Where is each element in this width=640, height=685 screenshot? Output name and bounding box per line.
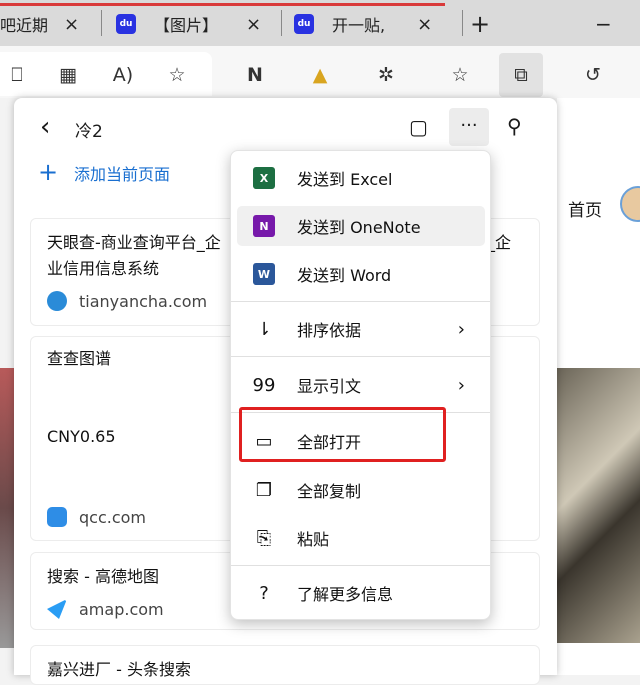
note-icon[interactable]: ▢ [409,115,428,139]
collection-card[interactable]: 嘉兴进厂 - 头条搜索 [30,645,540,685]
menu-divider [231,356,490,357]
chevron-right-icon: › [457,318,465,340]
menu-label: 发送到 OneNote [297,218,421,237]
close-tab-icon[interactable]: × [246,14,261,35]
card-site: amap.com [79,599,164,619]
back-button[interactable]: ‹ [40,112,50,142]
notion-icon[interactable]: N [238,58,272,92]
excel-icon: X [253,167,275,189]
tab-3[interactable]: du 开一贴, × [294,8,454,40]
close-tab-icon[interactable]: × [64,14,79,35]
device-icon[interactable]: ⎕ [0,58,34,92]
copy-all-item[interactable]: ❐ 全部复制 [237,470,485,510]
minimize-button[interactable]: − [595,8,612,40]
history-icon[interactable]: ↺ [576,58,610,92]
copy-icon: ❐ [255,479,273,501]
card-title: 搜索 - 高德地图 [47,567,159,586]
tab-title: 开一贴, [332,16,386,35]
tab-divider [462,10,463,36]
card-site: tianyancha.com [79,291,208,311]
word-icon: W [253,263,275,285]
menu-label: 排序依据 [297,321,362,340]
paste-item[interactable]: ⎘ 粘贴 [237,518,485,558]
sort-icon: ⇂ [256,318,272,340]
qcc-icon [47,507,67,527]
card-snippet: CNY0.65 [47,427,116,446]
show-citation-item[interactable]: 99 显示引文 › [237,365,485,405]
menu-divider [231,565,490,566]
favorites-icon[interactable]: ☆ [443,58,477,92]
add-icon[interactable]: + [38,158,58,186]
extensions-icon[interactable]: ✲ [369,58,403,92]
help-icon: ? [259,582,269,604]
more-options-menu: X 发送到 Excel N 发送到 OneNote W 发送到 Word ⇂ 排序依据 ›… [230,150,491,620]
page-photo [0,368,14,648]
add-current-page-button[interactable]: 添加当前页面 [74,161,170,185]
pin-icon[interactable]: ⚲ [507,114,522,138]
highlight-box [239,407,446,462]
menu-divider [231,301,490,302]
tab-title: 【图片】 [154,16,219,35]
tab-title: 吧近期 [0,16,49,35]
send-to-word-item[interactable]: W 发送到 Word [237,254,485,294]
tab-2[interactable]: du 【图片】 × [116,8,276,40]
menu-label: 显示引文 [297,377,362,396]
baidu-icon: du [294,14,314,34]
card-title: 查查图谱 [47,349,112,368]
add-favorite-icon[interactable]: ☆ [160,58,194,92]
chevron-right-icon: › [457,374,465,396]
amap-icon [47,599,67,619]
image-extension-icon[interactable]: ▲ [303,58,337,92]
close-tab-icon[interactable]: × [417,14,432,35]
send-to-onenote-item[interactable]: N 发送到 OneNote [237,206,485,246]
learn-more-item[interactable]: ? 了解更多信息 [237,573,485,613]
sort-by-item[interactable]: ⇂ 排序依据 › [237,309,485,349]
tab-divider [101,10,102,36]
menu-label: 发送到 Word [297,266,392,285]
apps-icon[interactable]: ▦ [51,58,85,92]
tab-1[interactable]: 吧近期 × [0,8,100,40]
more-options-button[interactable]: ··· [449,108,489,146]
menu-label: 全部复制 [297,482,362,501]
menu-label: 粘贴 [297,530,330,549]
card-title: 天眼查-商业查询平台_企 [47,233,221,252]
card-title: 业信用信息系统 [47,259,160,278]
tab-divider [281,10,282,36]
baidu-icon: du [116,14,136,34]
quote-icon: 99 [252,374,276,396]
send-to-excel-item[interactable]: X 发送到 Excel [237,158,485,198]
paste-icon: ⎘ [256,527,272,549]
card-site: qcc.com [79,507,147,527]
loading-bar [0,3,445,6]
menu-label: 发送到 Excel [297,170,393,189]
card-title: 嘉兴进厂 - 头条搜索 [47,660,191,679]
page-photo [557,368,640,643]
read-aloud-icon[interactable]: A) [106,58,140,92]
menu-label: 了解更多信息 [297,585,394,604]
home-link[interactable]: 首页 [568,196,602,221]
collection-title: 冷2 [75,122,103,142]
tianyancha-icon [47,291,67,311]
new-tab-button[interactable]: + [470,8,490,40]
onenote-icon: N [253,215,275,237]
collections-icon[interactable]: ⧉ [499,53,543,97]
